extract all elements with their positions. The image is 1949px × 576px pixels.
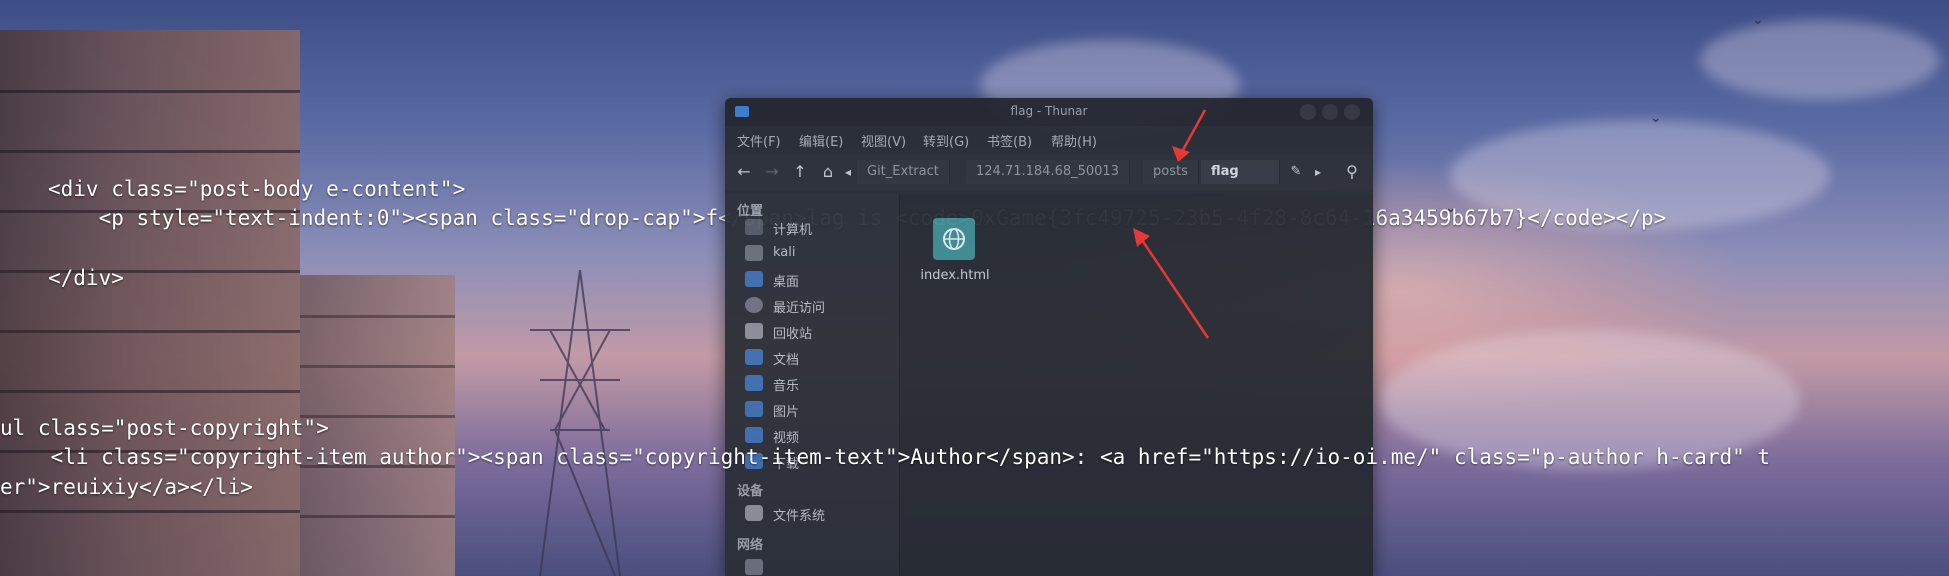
- annotation-arrows: [1133, 109, 1210, 339]
- arrow-to-flag: [1133, 228, 1210, 339]
- arrow-to-posts: [1172, 109, 1207, 162]
